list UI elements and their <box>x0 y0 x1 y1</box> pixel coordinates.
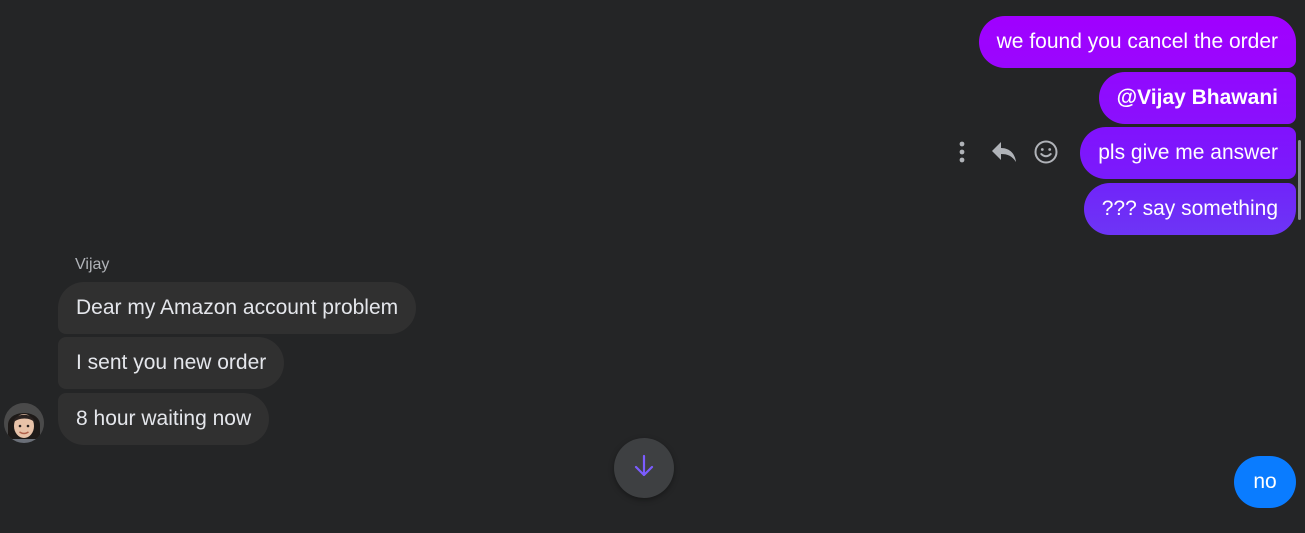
scrollbar[interactable] <box>1298 140 1301 220</box>
chat-thread: we found you cancel the order @Vijay Bha… <box>0 0 1305 533</box>
more-vertical-icon[interactable] <box>944 134 980 170</box>
smiley-icon[interactable] <box>1028 134 1064 170</box>
outgoing-message-mention[interactable]: @Vijay Bhawani <box>1098 72 1296 124</box>
outgoing-message-latest[interactable]: no <box>1234 456 1296 508</box>
reply-icon[interactable] <box>986 134 1022 170</box>
arrow-down-icon <box>633 454 655 483</box>
incoming-message[interactable]: Dear my Amazon account problem <box>58 282 417 334</box>
scroll-to-bottom-button[interactable] <box>614 438 674 498</box>
incoming-message[interactable]: I sent you new order <box>58 337 285 389</box>
outgoing-message[interactable]: we found you cancel the order <box>978 16 1296 68</box>
outgoing-message[interactable]: pls give me answer <box>1080 127 1296 179</box>
message-actions <box>944 134 1070 170</box>
sender-name: Vijay <box>75 256 110 273</box>
incoming-message[interactable]: 8 hour waiting now <box>58 393 270 445</box>
avatar[interactable] <box>4 403 44 443</box>
outgoing-message[interactable]: ??? say something <box>1083 183 1296 235</box>
